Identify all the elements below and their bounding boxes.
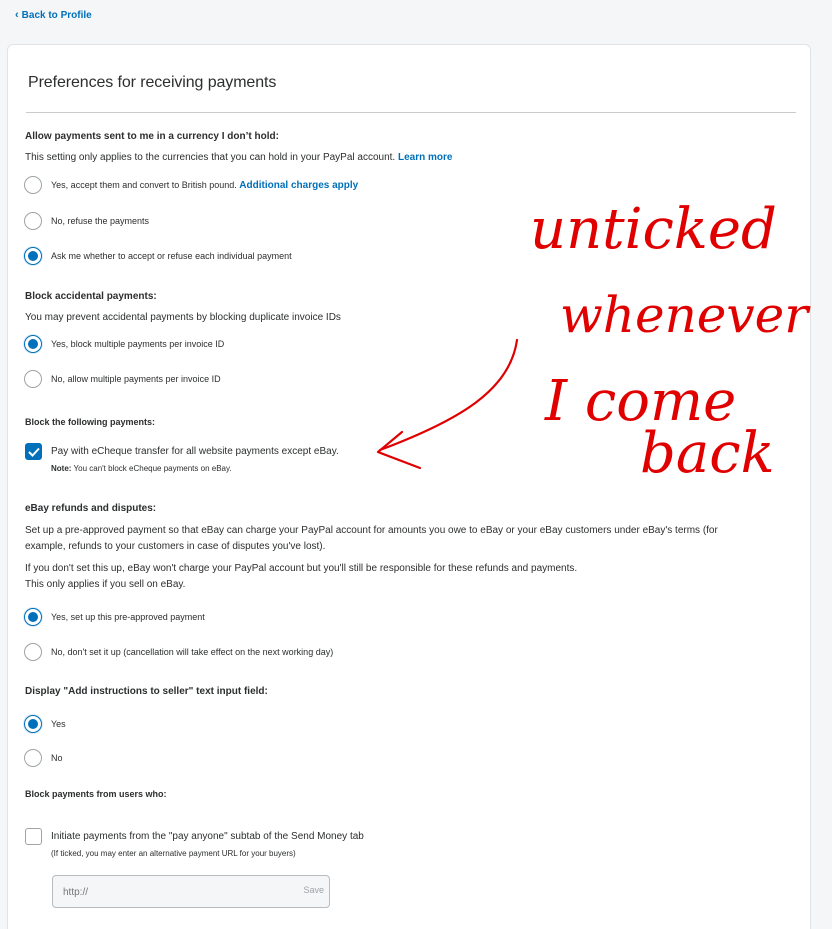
pay-anyone-row[interactable]: Initiate payments from the "pay anyone" … bbox=[25, 828, 364, 845]
echeque-checkbox[interactable] bbox=[25, 443, 42, 460]
currency-option-ask[interactable]: Ask me whether to accept or refuse each … bbox=[24, 247, 292, 265]
currency-option-refuse-label: No, refuse the payments bbox=[51, 216, 150, 226]
currency-heading: Allow payments sent to me in a currency … bbox=[25, 131, 279, 142]
alternative-url-field: Save bbox=[52, 875, 330, 908]
radio-allow-multiple[interactable] bbox=[24, 370, 42, 388]
instructions-option-no[interactable]: No bbox=[24, 749, 63, 767]
currency-option-accept-label: Yes, accept them and convert to British … bbox=[51, 180, 358, 191]
ebay-option-yes-label: Yes, set up this pre-approved payment bbox=[51, 612, 205, 622]
ebay-desc-line2: example, refunds to your customers in ca… bbox=[25, 541, 326, 552]
radio-accept-convert[interactable] bbox=[24, 176, 42, 194]
radio-ebay-setup[interactable] bbox=[24, 608, 42, 626]
ebay-option-no[interactable]: No, don't set it up (cancellation will t… bbox=[24, 643, 333, 661]
currency-option-ask-label: Ask me whether to accept or refuse each … bbox=[51, 251, 292, 261]
accidental-heading: Block accidental payments: bbox=[25, 291, 157, 302]
check-icon bbox=[27, 447, 40, 457]
radio-instructions-yes[interactable] bbox=[24, 715, 42, 733]
instructions-option-yes-label: Yes bbox=[51, 719, 66, 729]
title-divider bbox=[26, 112, 796, 113]
ebay-option-yes[interactable]: Yes, set up this pre-approved payment bbox=[24, 608, 205, 626]
note-text: You can't block eCheque payments on eBay… bbox=[73, 464, 232, 473]
pay-anyone-checkbox[interactable] bbox=[25, 828, 42, 845]
back-to-profile-label: Back to Profile bbox=[21, 10, 92, 21]
radio-ask-each[interactable] bbox=[24, 247, 42, 265]
back-to-profile-link[interactable]: ‹ Back to Profile bbox=[15, 9, 92, 22]
radio-refuse[interactable] bbox=[24, 212, 42, 230]
echeque-note: Note: You can't block eCheque payments o… bbox=[51, 464, 232, 473]
note-label: Note: bbox=[51, 464, 72, 473]
accidental-option-block[interactable]: Yes, block multiple payments per invoice… bbox=[24, 335, 224, 353]
block-heading: Block the following payments: bbox=[25, 417, 156, 427]
url-save-button[interactable]: Save bbox=[303, 885, 324, 895]
ebay-desc-line4: This only applies if you sell on eBay. bbox=[25, 579, 186, 590]
accidental-option-allow[interactable]: No, allow multiple payments per invoice … bbox=[24, 370, 221, 388]
accidental-option-allow-label: No, allow multiple payments per invoice … bbox=[51, 374, 221, 384]
ebay-desc-line1: Set up a pre-approved payment so that eB… bbox=[25, 525, 718, 536]
alternative-url-input[interactable] bbox=[63, 884, 283, 900]
currency-option-refuse[interactable]: No, refuse the payments bbox=[24, 212, 149, 230]
instructions-option-no-label: No bbox=[51, 753, 63, 763]
radio-instructions-no[interactable] bbox=[24, 749, 42, 767]
radio-ebay-no[interactable] bbox=[24, 643, 42, 661]
instructions-option-yes[interactable]: Yes bbox=[24, 715, 66, 733]
radio-block-multiple[interactable] bbox=[24, 335, 42, 353]
pay-anyone-subnote: (If ticked, you may enter an alternative… bbox=[51, 849, 296, 858]
page-title: Preferences for receiving payments bbox=[28, 74, 277, 91]
ebay-heading: eBay refunds and disputes: bbox=[25, 503, 157, 514]
chevron-left-icon: ‹ bbox=[15, 9, 19, 21]
users-heading: Block payments from users who: bbox=[25, 789, 167, 799]
currency-description: This setting only applies to the currenc… bbox=[25, 150, 452, 166]
instructions-heading: Display "Add instructions to seller" tex… bbox=[25, 686, 268, 697]
accept-convert-text: Yes, accept them and convert to British … bbox=[51, 179, 237, 190]
accidental-description: You may prevent accidental payments by b… bbox=[25, 312, 341, 323]
currency-desc-text: This setting only applies to the currenc… bbox=[25, 152, 396, 163]
learn-more-link[interactable]: Learn more bbox=[398, 152, 452, 163]
currency-option-accept[interactable]: Yes, accept them and convert to British … bbox=[24, 176, 358, 194]
ebay-desc-line3: If you don't set this up, eBay won't cha… bbox=[25, 563, 578, 574]
echeque-block-row[interactable]: Pay with eCheque transfer for all websit… bbox=[25, 443, 339, 460]
echeque-checkbox-label: Pay with eCheque transfer for all websit… bbox=[51, 446, 339, 457]
accidental-option-block-label: Yes, block multiple payments per invoice… bbox=[51, 339, 225, 349]
ebay-option-no-label: No, don't set it up (cancellation will t… bbox=[51, 647, 334, 657]
pay-anyone-label: Initiate payments from the "pay anyone" … bbox=[51, 831, 364, 842]
additional-charges-link[interactable]: Additional charges apply bbox=[239, 180, 358, 191]
